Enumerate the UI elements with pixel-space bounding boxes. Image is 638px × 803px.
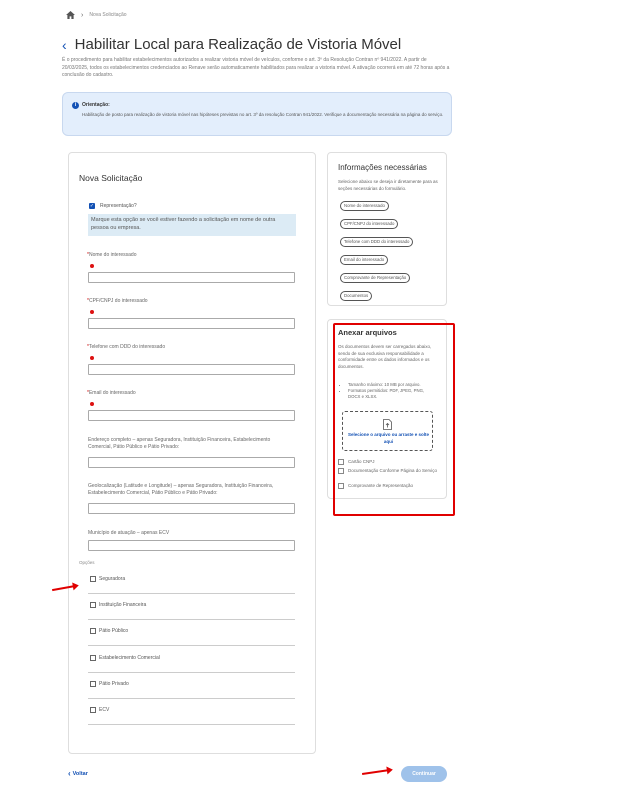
page-title: Habilitar Local para Realização de Visto… [74, 36, 402, 53]
continue-button[interactable]: Continuar [401, 766, 447, 782]
option-estabelecimento-comercial[interactable]: Estabelecimento Comercial [88, 647, 295, 673]
address-field-label: Endereço completo – apenas Seguradora, I… [88, 437, 271, 451]
email-field-label: *Email do interessado [87, 390, 136, 396]
attachments-rules: Tamanho máximo: 10 MB por arquivo. Forma… [342, 382, 437, 400]
city-field-label: Município de atuação – apenas ECV [88, 530, 170, 536]
option-patio-privado[interactable]: Pátio Privado [88, 673, 295, 699]
cpf-input[interactable] [88, 318, 295, 329]
home-icon[interactable] [66, 11, 75, 19]
cpf-field-label: *CPF/CNPJ do interessado [87, 298, 148, 304]
chip-comprovante[interactable]: Comprovante de Representação [340, 273, 411, 283]
orientation-heading: Orientação: [82, 102, 110, 108]
dropzone-text[interactable]: Selecione o arquivo ou arraste e solte a… [347, 432, 430, 445]
error-icon [90, 310, 94, 314]
form-title: Nova Solicitação [79, 173, 143, 183]
attachments-description: Os documentos devem ser carregados abaix… [338, 344, 432, 369]
form-card: Nova Solicitação ✓ Representação? Marque… [68, 152, 316, 754]
file-dropzone[interactable]: Selecione o arquivo ou arraste e solte a… [342, 411, 433, 451]
phone-field-label: *Telefone com DDD do interessado [87, 344, 166, 350]
orientation-box: i Orientação: Habilitação de posto para … [62, 92, 452, 136]
option-seguradora[interactable]: Seguradora [88, 568, 295, 594]
chip-documentos[interactable]: Documentos [340, 291, 373, 301]
phone-input[interactable] [88, 364, 295, 375]
options-label: Opções [79, 560, 95, 565]
chip-email[interactable]: Email do interessado [340, 255, 389, 265]
error-icon [90, 356, 94, 360]
checkbox-icon[interactable] [338, 459, 344, 465]
checkbox-icon[interactable] [90, 681, 96, 687]
option-instituicao-financeira[interactable]: Instituição Financeira [88, 594, 295, 620]
orientation-text: Habilitação de posto para realização de … [82, 112, 444, 117]
back-link[interactable]: ‹ Voltar [68, 770, 88, 778]
doc-comprovante[interactable]: Comprovante de Representação [338, 483, 442, 489]
checkbox-checked-icon[interactable]: ✓ [89, 203, 95, 209]
back-chevron-icon[interactable]: ‹ [62, 38, 67, 52]
error-icon [90, 264, 94, 268]
representation-hint: Marque esta opção se você estiver fazend… [88, 214, 296, 236]
name-field-label: *Nome do interessado [87, 252, 137, 258]
representation-label: Representação? [100, 203, 137, 209]
breadcrumb-current: Nova Solicitação [89, 12, 127, 18]
upload-file-icon [383, 419, 392, 430]
doc-cartao-cnpj[interactable]: Cartão CNPJ [338, 459, 442, 465]
checkbox-icon[interactable] [90, 655, 96, 661]
checkbox-icon[interactable] [90, 576, 96, 582]
info-icon: i [72, 102, 79, 109]
checkbox-icon[interactable] [90, 602, 96, 608]
city-input[interactable] [88, 540, 295, 551]
breadcrumb: › Nova Solicitação [66, 11, 127, 19]
checkbox-icon[interactable] [338, 483, 344, 489]
checkbox-icon[interactable] [90, 707, 96, 713]
info-panel-title: Informações necessárias [338, 163, 427, 172]
doc-documentacao[interactable]: Documentação Conforme Página do Serviço [338, 468, 442, 474]
rule-formats: Formatos permitidos: PDF, JPEG, PNG, DOC… [348, 388, 437, 400]
page-intro: É o procedimento para habilitar estabele… [62, 57, 450, 79]
geolocation-input[interactable] [88, 503, 295, 514]
option-ecv[interactable]: ECV [88, 699, 295, 725]
name-input[interactable] [88, 272, 295, 283]
annotation-arrow-icon [361, 769, 391, 775]
chip-telefone[interactable]: Telefone com DDD do interessado [340, 237, 414, 247]
checkbox-icon[interactable] [338, 468, 344, 474]
error-icon [90, 402, 94, 406]
required-info-panel: Informações necessárias Selecione abaixo… [327, 152, 447, 306]
checkbox-icon[interactable] [90, 628, 96, 634]
option-patio-publico[interactable]: Pátio Público [88, 620, 295, 646]
email-input[interactable] [88, 410, 295, 421]
chevron-right-icon: › [81, 11, 84, 19]
attachments-title: Anexar arquivos [338, 328, 397, 337]
page-header: ‹ Habilitar Local para Realização de Vis… [62, 36, 401, 53]
attachments-panel: Anexar arquivos Os documentos devem ser … [327, 319, 447, 499]
geolocation-field-label: Geolocalização (Latitude e Longitude) – … [88, 483, 274, 497]
chip-nome[interactable]: Nome do interessado [340, 201, 389, 211]
chip-cpf[interactable]: CPF/CNPJ do interessado [340, 219, 399, 229]
info-panel-description: Selecione abaixo se deseja ir diretament… [338, 179, 438, 191]
chevron-left-icon: ‹ [68, 769, 71, 778]
representation-checkbox[interactable]: ✓ Representação? [89, 203, 137, 209]
address-input[interactable] [88, 457, 295, 468]
